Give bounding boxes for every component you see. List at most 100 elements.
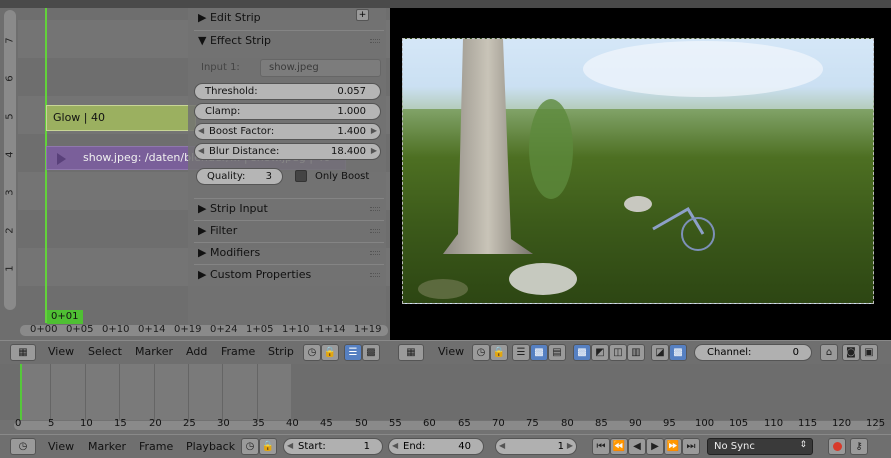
frame-tick: 115: [798, 418, 818, 429]
menu-frame[interactable]: Frame: [221, 345, 255, 358]
display-image-icon[interactable]: ▩: [573, 344, 591, 361]
end-frame-field[interactable]: ◀ End: 40: [388, 438, 484, 455]
ghost-icon[interactable]: ⌂: [820, 344, 838, 361]
play-icon[interactable]: ▶: [646, 438, 664, 455]
panel-modifiers[interactable]: ▶ Modifiers: [194, 242, 384, 263]
channel-number: 6: [4, 75, 16, 82]
timeline-playhead[interactable]: [20, 364, 22, 420]
panel-custom-properties[interactable]: ▶ Custom Properties: [194, 264, 384, 285]
menu-frame[interactable]: Frame: [139, 440, 173, 453]
split-view-icon[interactable]: ▤: [548, 344, 566, 361]
menu-view[interactable]: View: [48, 440, 74, 453]
frame-tick: 95: [663, 418, 676, 429]
frame-range: [22, 364, 291, 420]
increment-icon[interactable]: ▶: [567, 441, 573, 450]
lock-icon[interactable]: 🔒: [321, 344, 339, 361]
decrement-icon[interactable]: ◀: [392, 441, 398, 450]
time-tick: 1+14: [318, 324, 346, 335]
frame-tick: 110: [764, 418, 784, 429]
timeline-scrollbar[interactable]: [14, 421, 880, 430]
channel-field[interactable]: Channel: 0: [694, 344, 812, 361]
frame-tick: 100: [695, 418, 715, 429]
checker-icon[interactable]: ▩: [669, 344, 687, 361]
clock-icon[interactable]: ◷: [241, 438, 259, 455]
time-tick: 0+00: [30, 324, 58, 335]
grip-icon[interactable]: [370, 229, 380, 233]
clock-icon[interactable]: ◷: [303, 344, 321, 361]
menu-view[interactable]: View: [48, 345, 74, 358]
panel-strip-input[interactable]: ▶ Strip Input: [194, 198, 384, 219]
panel-filter[interactable]: ▶ Filter: [194, 220, 384, 241]
current-frame-field[interactable]: ◀ 1 ▶: [495, 438, 577, 455]
editor-type-icon[interactable]: ◷: [10, 438, 36, 455]
safe-margin-icon[interactable]: ◪: [651, 344, 669, 361]
increment-icon[interactable]: ▶: [371, 146, 377, 155]
only-boost-checkbox[interactable]: [295, 170, 307, 182]
menu-marker[interactable]: Marker: [135, 345, 173, 358]
quality-field[interactable]: Quality: 3: [196, 168, 283, 185]
menu-add[interactable]: Add: [186, 345, 207, 358]
field-value: 18.400: [331, 146, 366, 157]
decrement-icon[interactable]: ◀: [287, 441, 293, 450]
jump-end-icon[interactable]: ⏭: [682, 438, 700, 455]
sequencer-view-icon[interactable]: ☰: [344, 344, 362, 361]
grip-icon[interactable]: [370, 251, 380, 255]
menu-playback[interactable]: Playback: [186, 440, 235, 453]
input1-field[interactable]: show.jpeg: [260, 59, 381, 77]
blur-distance-field[interactable]: ◀ Blur Distance: 18.400 ▶: [194, 143, 381, 160]
frame-tick: 50: [355, 418, 368, 429]
preview-view-icon[interactable]: ▩: [362, 344, 380, 361]
decrement-icon[interactable]: ◀: [499, 441, 505, 450]
record-icon[interactable]: [828, 438, 846, 455]
clock-icon[interactable]: ◷: [472, 344, 490, 361]
panel-edit-strip[interactable]: ▶ Edit Strip: [194, 8, 384, 29]
grip-icon[interactable]: [370, 273, 380, 277]
frame-tick: 80: [561, 418, 574, 429]
vectorscope-icon[interactable]: ◫: [609, 344, 627, 361]
channel-value: 0: [792, 347, 799, 358]
waveform-icon[interactable]: ◩: [591, 344, 609, 361]
menu-select[interactable]: Select: [88, 345, 122, 358]
prev-keyframe-icon[interactable]: ⏪: [610, 438, 628, 455]
decrement-icon[interactable]: ◀: [198, 126, 204, 135]
camera-icon[interactable]: ◙: [842, 344, 860, 361]
grid-line: [119, 364, 120, 420]
grid-line: [257, 364, 258, 420]
play-reverse-icon[interactable]: ◀: [628, 438, 646, 455]
next-keyframe-icon[interactable]: ⏩: [664, 438, 682, 455]
grid-line: [188, 364, 189, 420]
menu-marker[interactable]: Marker: [88, 440, 126, 453]
frame-tick: 30: [217, 418, 230, 429]
start-label: Start:: [298, 441, 326, 452]
editor-type-icon[interactable]: ▦: [398, 344, 424, 361]
field-value: 3: [265, 171, 272, 182]
frame-tick: 55: [389, 418, 402, 429]
glow-strip[interactable]: Glow | 40: [46, 105, 196, 131]
lock-icon[interactable]: 🔒: [490, 344, 508, 361]
lock-icon[interactable]: 🔒: [259, 438, 277, 455]
chevron-updown-icon: ⇕: [799, 440, 807, 450]
menu-view[interactable]: View: [438, 345, 464, 358]
preview-view-icon[interactable]: ▩: [530, 344, 548, 361]
start-frame-field[interactable]: ◀ Start: 1: [283, 438, 383, 455]
jump-start-icon[interactable]: ⏮: [592, 438, 610, 455]
film-icon[interactable]: ▣: [860, 344, 878, 361]
menu-strip[interactable]: Strip: [268, 345, 294, 358]
keying-icon[interactable]: ⚷: [850, 438, 868, 455]
histogram-icon[interactable]: ▥: [627, 344, 645, 361]
frame-tick: 45: [320, 418, 333, 429]
panel-title: Effect Strip: [209, 34, 271, 47]
boost-factor-field[interactable]: ◀ Boost Factor: 1.400 ▶: [194, 123, 381, 140]
grip-icon[interactable]: [370, 39, 380, 43]
current-frame-value: 1: [557, 441, 564, 452]
clamp-field[interactable]: Clamp: 1.000: [194, 103, 381, 120]
sync-dropdown[interactable]: No Sync ⇕: [707, 438, 813, 455]
grip-icon[interactable]: [370, 207, 380, 211]
threshold-field[interactable]: Threshold: 0.057: [194, 83, 381, 100]
increment-icon[interactable]: ▶: [371, 126, 377, 135]
sequencer-view-icon[interactable]: ☰: [512, 344, 530, 361]
decrement-icon[interactable]: ◀: [198, 146, 204, 155]
channel-label: Channel:: [707, 347, 752, 358]
editor-type-icon[interactable]: ▦: [10, 344, 36, 361]
panel-effect-strip[interactable]: ▼ Effect Strip: [194, 30, 384, 51]
